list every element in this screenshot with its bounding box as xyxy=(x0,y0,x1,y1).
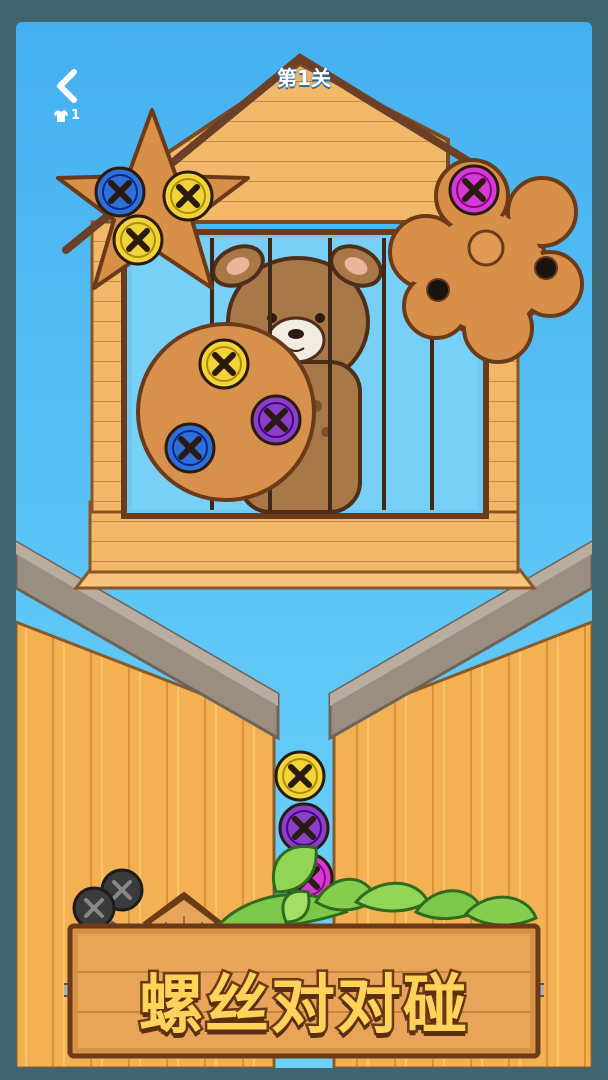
game-title-banner: 螺丝对对碰 xyxy=(64,922,544,1060)
yellow-screw[interactable] xyxy=(162,170,214,222)
game-screen: 1 第1关 螺丝对对碰 xyxy=(16,22,592,1068)
yellow-screw[interactable] xyxy=(274,750,326,802)
purple-screw[interactable] xyxy=(278,802,330,854)
magenta-screw[interactable] xyxy=(448,164,500,216)
game-title: 螺丝对对碰 xyxy=(137,967,470,1046)
blue-screw[interactable] xyxy=(164,422,216,474)
empty-hole xyxy=(426,278,450,302)
shirt-count-value: 1 xyxy=(71,108,81,123)
game-frame: 1 第1关 螺丝对对碰 xyxy=(0,0,608,1080)
game-scene xyxy=(16,53,592,1068)
yellow-screw[interactable] xyxy=(198,338,250,390)
shirt-icon xyxy=(54,109,68,122)
yellow-screw[interactable] xyxy=(112,214,164,266)
blue-screw[interactable] xyxy=(94,166,146,218)
purple-screw[interactable] xyxy=(250,394,302,446)
level-title: 第1关 xyxy=(277,66,331,90)
empty-hole xyxy=(534,256,558,280)
shirt-counter[interactable]: 1 xyxy=(54,108,80,123)
